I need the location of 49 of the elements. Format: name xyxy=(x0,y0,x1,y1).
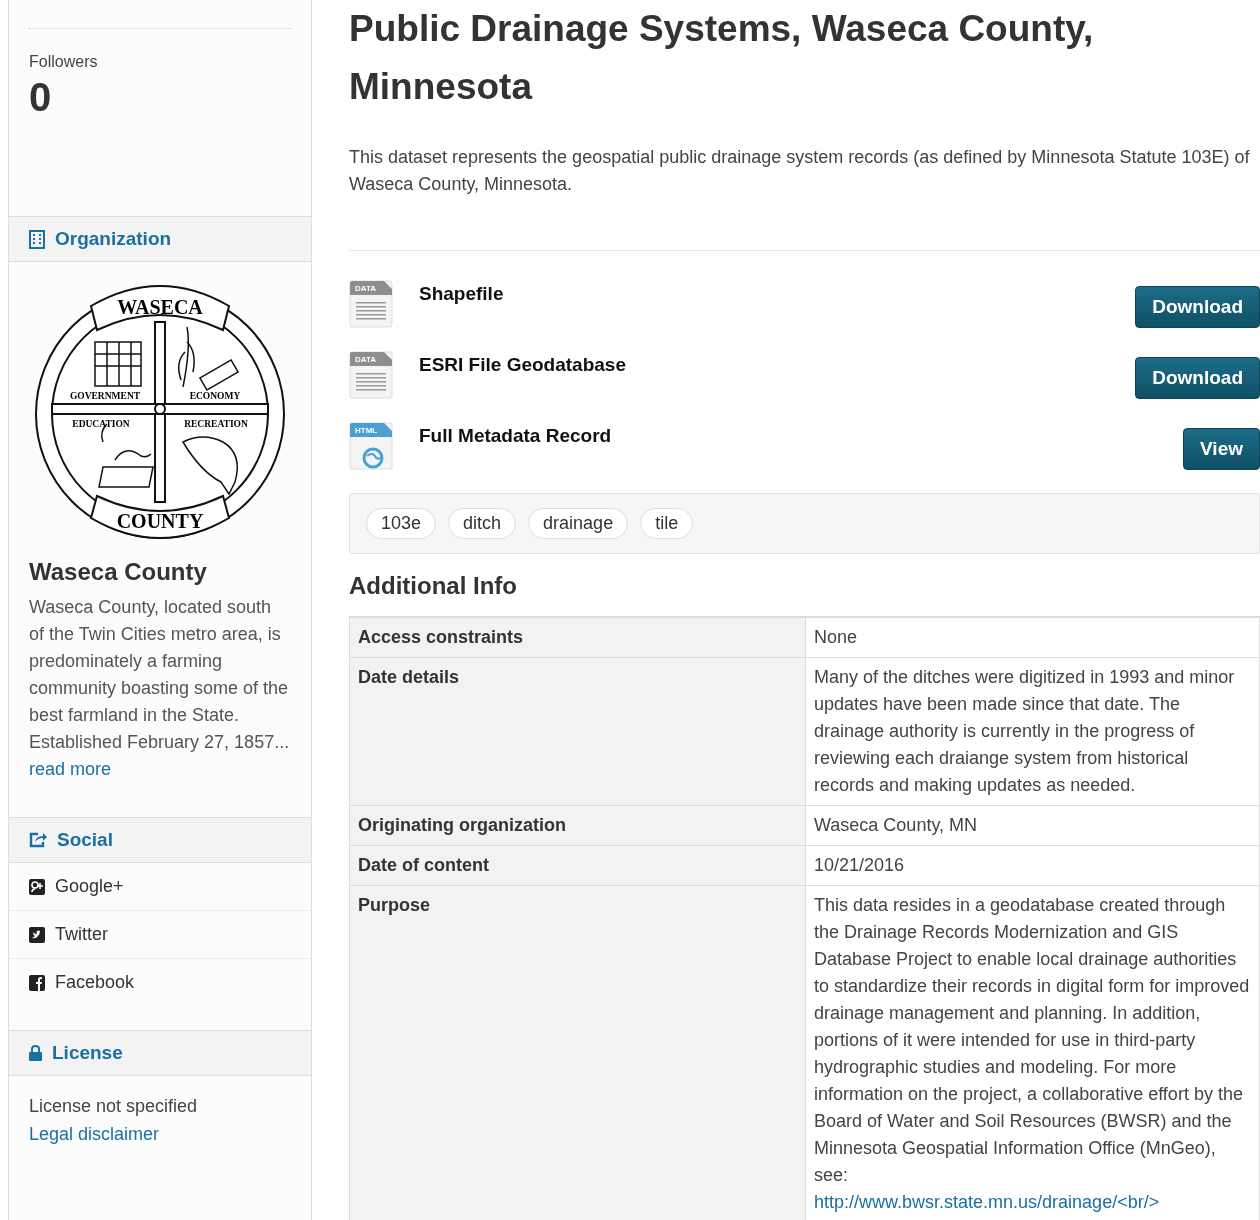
section-title: License xyxy=(52,1042,123,1064)
followers-label: Followers xyxy=(29,53,98,71)
building-icon xyxy=(29,229,45,249)
dataset-title: Public Drainage Systems, Waseca County, Minnesota xyxy=(349,7,1095,109)
html-file-icon: HTML xyxy=(349,422,395,470)
section-title: Social xyxy=(57,829,113,851)
legal-disclaimer-link[interactable]: Legal disclaimer xyxy=(29,1124,160,1144)
social-label: Facebook xyxy=(55,972,135,993)
tag[interactable]: 103e xyxy=(366,508,437,539)
license-text: License not specified xyxy=(29,1096,198,1116)
social-link[interactable]: Google+ xyxy=(9,863,311,911)
field-name-cell: Date details xyxy=(349,657,806,806)
download-button[interactable]: Download xyxy=(1135,286,1260,328)
social-link[interactable]: Twitter xyxy=(9,911,311,959)
resource-name[interactable]: ESRI File Geodatabase xyxy=(419,354,1136,376)
tag[interactable]: ditch xyxy=(448,508,517,539)
section-title: Organization xyxy=(55,228,172,250)
read-more-link[interactable]: read more xyxy=(29,759,112,779)
county-seal-logo: WASECA GOVERNMENT ECONOMY EDUCATION RECREATION COUNTY xyxy=(33,282,287,542)
tag[interactable]: drainage xyxy=(528,508,629,539)
field-name-cell: Date of content xyxy=(349,845,806,886)
field-name-cell: Originating organization xyxy=(349,805,806,846)
field-value-cell: 10/21/2016 xyxy=(805,845,1260,886)
facebook-icon xyxy=(29,974,45,991)
social-label: Google+ xyxy=(55,876,124,897)
resource-name[interactable]: Full Metadata Record xyxy=(419,425,1184,447)
download-button[interactable]: Download xyxy=(1135,357,1260,399)
section-heading: Additional Info xyxy=(349,572,518,600)
data-file-icon: DATA xyxy=(349,280,395,328)
share-icon xyxy=(29,832,47,848)
drainage-url-link[interactable]: http://www.bwsr.state.mn.us/drainage/<br/> xyxy=(814,1192,1160,1212)
google-plus-icon xyxy=(29,878,45,895)
organization-name: Waseca County xyxy=(29,558,207,586)
social-label: Twitter xyxy=(55,924,108,945)
bird-icon xyxy=(29,926,45,943)
social-link[interactable]: Facebook xyxy=(9,959,311,1006)
field-value-cell: None xyxy=(805,617,1260,658)
field-value-cell: Waseca County, MN xyxy=(805,805,1260,846)
resource-name[interactable]: Shapefile xyxy=(419,283,1136,305)
followers-count: 0 xyxy=(29,75,52,119)
tag[interactable]: tile xyxy=(640,508,694,539)
field-name-cell: Purpose xyxy=(349,885,806,1220)
field-name-cell: Access constraints xyxy=(349,617,806,658)
organization-description: Waseca County, located south of the Twin Cities metro area, is predominately a farming community boasting some of the best farmland in the State. Established February 27, 1857... read more xyxy=(29,596,291,781)
data-file-icon: DATA xyxy=(349,351,395,399)
view-button[interactable]: View xyxy=(1183,428,1260,470)
dataset-description: This dataset represents the geospatial public drainage system records (as defined by Minnesota Statute 103E) of Waseca County, Minnesota. xyxy=(349,144,1260,251)
lock-icon xyxy=(29,1045,42,1061)
field-value-cell: Many of the ditches were digitized in 1993 and minor updates have been made since that date. The drainage authority is currently in the progress of reviewing each draiange system from historical records and making updates as needed. xyxy=(805,657,1260,806)
